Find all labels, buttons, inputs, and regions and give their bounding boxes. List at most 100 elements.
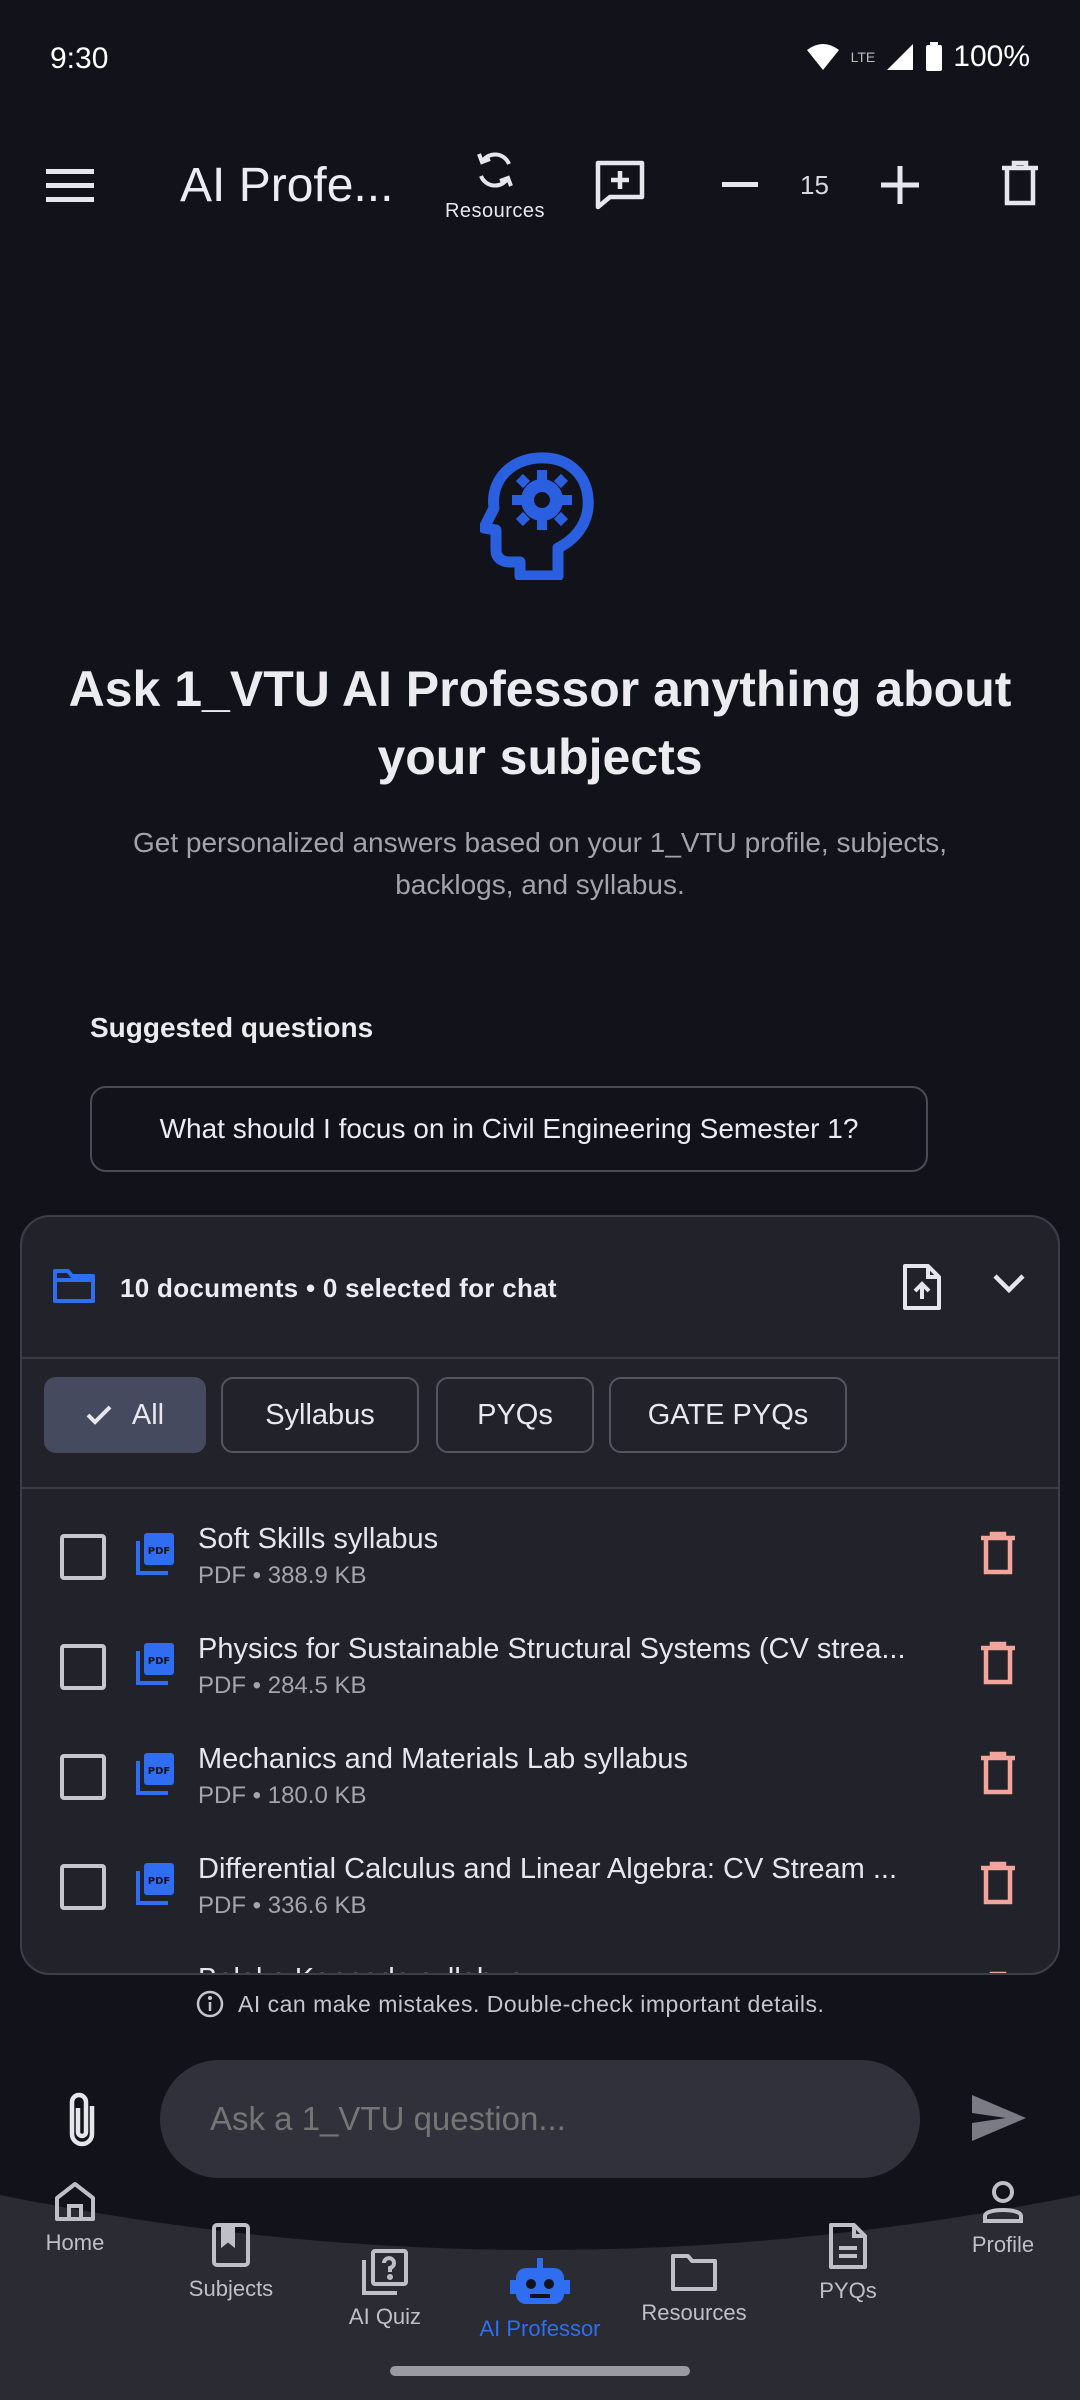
check-icon	[86, 1405, 112, 1425]
delete-chat-button[interactable]	[995, 155, 1045, 211]
svg-text:PDF: PDF	[148, 1766, 170, 1777]
nav-label: Home	[45, 2230, 105, 2255]
disclaimer-text: AI can make mistakes. Double-check impor…	[238, 1990, 825, 2017]
bookmark-book-icon	[212, 2223, 250, 2267]
filter-chip-pyqs[interactable]: PYQs	[436, 1377, 594, 1453]
nav-ai-quiz[interactable]: AI Quiz	[295, 2248, 475, 2330]
home-icon	[55, 2182, 95, 2221]
upload-file-icon[interactable]	[902, 1263, 942, 1311]
trash-icon[interactable]	[980, 1861, 1016, 1905]
status-bar: 9:30 LTE 100%	[0, 0, 1080, 120]
folder-icon	[671, 2254, 717, 2291]
gesture-handle	[390, 2366, 690, 2376]
minus-icon	[722, 182, 758, 187]
pdf-file-icon: PDF	[136, 1753, 174, 1795]
folder-icon	[53, 1269, 95, 1303]
battery-icon	[926, 42, 943, 71]
nav-label: Resources	[641, 2300, 747, 2325]
nav-subjects[interactable]: Subjects	[141, 2222, 321, 2302]
document-row[interactable]: PDF Soft Skills syllabus PDF • 388.9 KB	[22, 1507, 1058, 1617]
plus-icon	[881, 166, 919, 204]
document-checkbox[interactable]	[60, 1754, 106, 1800]
document-row[interactable]: PDF Mechanics and Materials Lab syllabus P…	[22, 1727, 1058, 1837]
documents-summary: 10 documents • 0 selected for chat	[120, 1273, 557, 1303]
suggested-questions-label: Suggested questions	[90, 1012, 374, 1043]
nav-label: Profile	[971, 2232, 1035, 2257]
svg-text:PDF: PDF	[148, 1656, 170, 1667]
document-meta: PDF • 336.6 KB	[198, 1892, 367, 1919]
documents-panel: 10 documents • 0 selected for chat All S…	[20, 1215, 1060, 1975]
filter-chip-syllabus[interactable]: Syllabus	[221, 1377, 419, 1453]
question-input[interactable]	[160, 2060, 920, 2178]
document-checkbox[interactable]	[60, 1864, 106, 1910]
nav-resources[interactable]: Resources	[604, 2250, 784, 2326]
sync-icon	[477, 152, 513, 188]
resources-label: Resources	[444, 200, 546, 222]
document-meta: PDF • 180.0 KB	[198, 1782, 367, 1809]
add-comment-icon	[595, 160, 645, 210]
nav-pyqs[interactable]: PYQs	[758, 2222, 938, 2304]
nav-profile[interactable]: Profile	[913, 2180, 1080, 2258]
robot-icon	[510, 2258, 570, 2304]
document-row[interactable]: PDF Physics for Sustainable Structural Sy…	[22, 1617, 1058, 1727]
document-name: Balake Kannada syllabus	[198, 1963, 978, 1973]
document-name: Mechanics and Materials Lab syllabus	[198, 1743, 689, 1775]
nav-label: AI Quiz	[348, 2304, 422, 2329]
menu-button[interactable]	[40, 160, 100, 210]
chevron-down-icon[interactable]	[992, 1272, 1026, 1294]
signal-icon	[887, 44, 914, 70]
document-name: Differential Calculus and Linear Algebra…	[198, 1853, 898, 1885]
document-icon	[829, 2223, 867, 2269]
trash-icon[interactable]	[980, 1751, 1016, 1795]
nav-ai-professor[interactable]: AI Professor	[450, 2256, 630, 2342]
increase-button[interactable]	[875, 160, 925, 210]
pdf-file-icon: PDF	[136, 1533, 174, 1575]
trash-icon[interactable]	[980, 1531, 1016, 1575]
network-type: LTE	[850, 49, 876, 65]
document-checkbox[interactable]	[60, 1974, 106, 1975]
send-icon[interactable]	[970, 2093, 1028, 2143]
hero-title: Ask 1_VTU AI Professor anything about yo…	[68, 661, 1012, 785]
document-name: Physics for Sustainable Structural Syste…	[198, 1633, 906, 1665]
filter-chips: All Syllabus PYQs GATE PYQs	[22, 1359, 1058, 1489]
new-chat-button[interactable]	[590, 155, 650, 215]
resources-sync-button[interactable]	[470, 145, 520, 195]
nav-label: PYQs	[819, 2278, 877, 2303]
filter-chip-label: GATE PYQs	[647, 1398, 809, 1431]
document-row[interactable]: PDF Differential Calculus and Linear Alge…	[22, 1837, 1058, 1947]
page-title: AI Profe...	[180, 159, 394, 212]
svg-text:PDF: PDF	[148, 1876, 170, 1887]
pdf-file-icon: PDF	[136, 1971, 176, 1975]
decrease-button[interactable]	[715, 160, 765, 210]
document-checkbox[interactable]	[60, 1644, 106, 1690]
person-icon	[983, 2181, 1023, 2223]
app-bar: AI Profe... Resources 15	[0, 130, 1080, 240]
count-value: 15	[800, 170, 829, 200]
pdf-file-icon: PDF	[136, 1643, 174, 1685]
filter-chip-all[interactable]: All	[44, 1377, 206, 1453]
suggested-question-chip[interactable]: What should I focus on in Civil Engineer…	[90, 1086, 928, 1172]
trash-icon[interactable]	[980, 1641, 1016, 1685]
wifi-icon	[806, 44, 839, 70]
nav-label: AI Professor	[479, 2316, 601, 2341]
document-name: Soft Skills syllabus	[198, 1523, 439, 1555]
filter-chip-label: PYQs	[477, 1398, 553, 1431]
document-checkbox[interactable]	[60, 1534, 106, 1580]
ai-professor-head-icon	[480, 452, 594, 580]
hero-subtitle: Get personalized answers based on your 1…	[133, 827, 947, 900]
status-icons: LTE 100%	[805, 40, 1030, 74]
pdf-file-icon: PDF	[136, 1863, 174, 1905]
filter-chip-gate-pyqs[interactable]: GATE PYQs	[609, 1377, 847, 1453]
quiz-icon	[362, 2249, 408, 2295]
documents-panel-header[interactable]: 10 documents • 0 selected for chat	[22, 1217, 1058, 1359]
attach-icon[interactable]	[60, 2090, 104, 2150]
document-meta: PDF • 388.9 KB	[198, 1562, 367, 1589]
info-icon	[196, 1990, 224, 2018]
document-row[interactable]: PDF Balake Kannada syllabus	[22, 1947, 1058, 1975]
battery-level: 100%	[953, 40, 1030, 73]
document-meta: PDF • 284.5 KB	[198, 1672, 367, 1699]
trash-icon	[1002, 160, 1038, 206]
svg-text:PDF: PDF	[148, 1546, 170, 1557]
trash-icon[interactable]	[980, 1971, 1016, 1975]
filter-chip-label: Syllabus	[265, 1398, 375, 1431]
